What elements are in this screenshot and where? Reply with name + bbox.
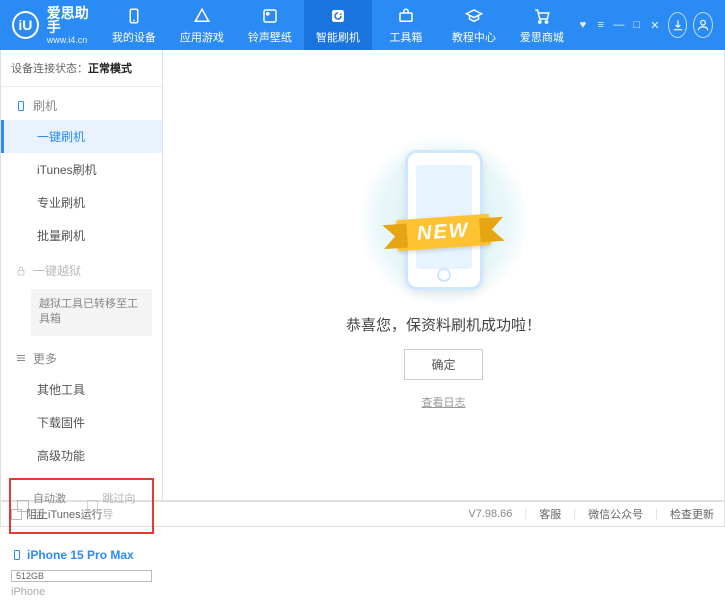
sidebar: 设备连接状态：正常模式 刷机 一键刷机 iTunes刷机 专业刷机 批量刷机 一… [1,50,163,500]
group-label: 刷机 [33,97,57,114]
phone-small-icon [11,549,23,561]
new-ribbon: NEW [396,214,491,251]
refresh-icon [328,6,348,26]
group-label: 更多 [33,350,57,367]
sidebar-item-advanced[interactable]: 高级功能 [1,439,162,472]
footer-link-support[interactable]: 客服 [539,506,561,522]
appstore-icon [192,6,212,26]
image-icon [260,6,280,26]
user-button[interactable] [693,12,713,38]
sidebar-item-pro-flash[interactable]: 专业刷机 [1,186,162,219]
sidebar-item-batch-flash[interactable]: 批量刷机 [1,219,162,252]
nav-label: 应用游戏 [180,29,224,45]
lock-icon [15,265,27,277]
nav-label: 我的设备 [112,29,156,45]
nav-apps[interactable]: 应用游戏 [168,0,236,50]
maximize-icon[interactable]: □ [630,18,644,32]
footer-link-wechat[interactable]: 微信公众号 [588,506,643,522]
sidebar-group-more[interactable]: 更多 [1,340,162,373]
download-button[interactable] [668,12,688,38]
device-name-text: iPhone 15 Pro Max [27,548,134,562]
menu-icon[interactable]: ♥ [576,18,590,32]
phone-small-icon [15,100,27,112]
success-illustration: NEW [354,140,534,300]
sidebar-item-download-firmware[interactable]: 下载固件 [1,406,162,439]
cart-icon [532,6,552,26]
download-icon [671,18,685,32]
footer-link-update[interactable]: 检查更新 [670,506,714,522]
nav-ringtone[interactable]: 铃声壁纸 [236,0,304,50]
version-text: V7.98.66 [468,508,512,520]
list-icon[interactable]: ≡ [594,18,608,32]
checkbox-label: 跳过向导 [102,490,146,522]
app-url: www.i4.cn [47,36,100,45]
nav-label: 智能刷机 [316,29,360,45]
toolbox-icon [396,6,416,26]
success-message: 恭喜您，保资料刷机成功啦！ [346,314,541,335]
device-name[interactable]: iPhone 15 Pro Max [1,542,162,568]
sidebar-group-jailbreak: 一键越狱 [1,252,162,285]
main-content: NEW 恭喜您，保资料刷机成功啦！ 确定 查看日志 [163,50,724,500]
graduation-icon [464,6,484,26]
status-label: 设备连接状态： [11,63,88,75]
group-label: 一键越狱 [33,262,81,279]
sidebar-item-other-tools[interactable]: 其他工具 [1,373,162,406]
storage-badge: 512GB [11,570,152,582]
menu-lines-icon [15,352,27,364]
nav-label: 爱思商城 [520,29,564,45]
jailbreak-note: 越狱工具已转移至工具箱 [31,289,152,336]
device-type: iPhone [1,584,162,606]
app-title: 爱思助手 [47,6,100,34]
ok-button[interactable]: 确定 [404,349,482,380]
sidebar-group-flash[interactable]: 刷机 [1,87,162,120]
user-icon [696,18,710,32]
phone-icon [124,6,144,26]
skip-guide-checkbox[interactable]: 跳过向导 [87,490,147,522]
logo-icon: iU [12,11,39,39]
nav-smart-flash[interactable]: 智能刷机 [304,0,372,50]
device-status: 设备连接状态：正常模式 [1,50,162,87]
nav-tutorial[interactable]: 教程中心 [440,0,508,50]
sidebar-item-onekey-flash[interactable]: 一键刷机 [1,120,162,153]
close-icon[interactable]: ✕ [648,18,662,32]
sidebar-item-itunes-flash[interactable]: iTunes刷机 [1,153,162,186]
nav-my-device[interactable]: 我的设备 [100,0,168,50]
nav-label: 铃声壁纸 [248,29,292,45]
nav-label: 工具箱 [389,29,422,45]
nav-store[interactable]: 爱思商城 [508,0,576,50]
view-log-link[interactable]: 查看日志 [422,394,466,410]
minimize-icon[interactable]: — [612,18,626,32]
nav-toolbox[interactable]: 工具箱 [372,0,440,50]
app-logo: iU 爱思助手 www.i4.cn [12,6,100,45]
status-value: 正常模式 [88,63,132,75]
nav-label: 教程中心 [452,29,496,45]
